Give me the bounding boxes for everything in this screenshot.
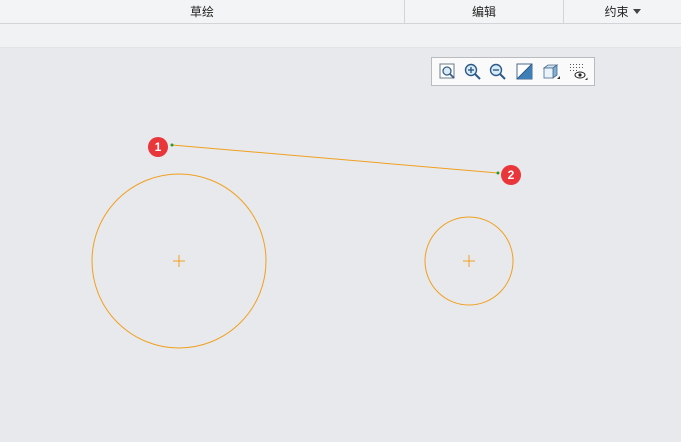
zoom-out-icon[interactable] (488, 62, 508, 82)
line-endpoint-2[interactable] (496, 171, 500, 175)
tab-sketch[interactable]: 草绘 (0, 0, 405, 24)
tab-edit[interactable]: 编辑 (405, 0, 564, 24)
view-orientation-icon[interactable] (541, 62, 561, 82)
menu-bar: 草绘 编辑 约束 (0, 0, 681, 24)
tab-constraint-label: 约束 (604, 5, 629, 19)
point-badge-2[interactable]: 2 (501, 165, 521, 185)
view-toolbar (431, 57, 595, 86)
chevron-down-icon (632, 9, 641, 14)
visibility-filter-icon[interactable] (568, 62, 588, 82)
sketch-line[interactable] (171, 144, 499, 174)
large-circle-center-icon (173, 255, 185, 267)
display-style-icon[interactable] (515, 62, 535, 82)
zoom-fit-icon[interactable] (438, 62, 458, 82)
ribbon-area (0, 24, 681, 48)
line-endpoint-1[interactable] (170, 143, 174, 147)
tab-constraint[interactable]: 约束 (564, 0, 681, 24)
zoom-in-icon[interactable] (463, 62, 483, 82)
point-badge-1[interactable]: 1 (148, 137, 168, 157)
sketch-canvas[interactable] (0, 48, 681, 442)
small-circle-center-icon (463, 255, 475, 267)
sketch-svg (91, 143, 514, 349)
